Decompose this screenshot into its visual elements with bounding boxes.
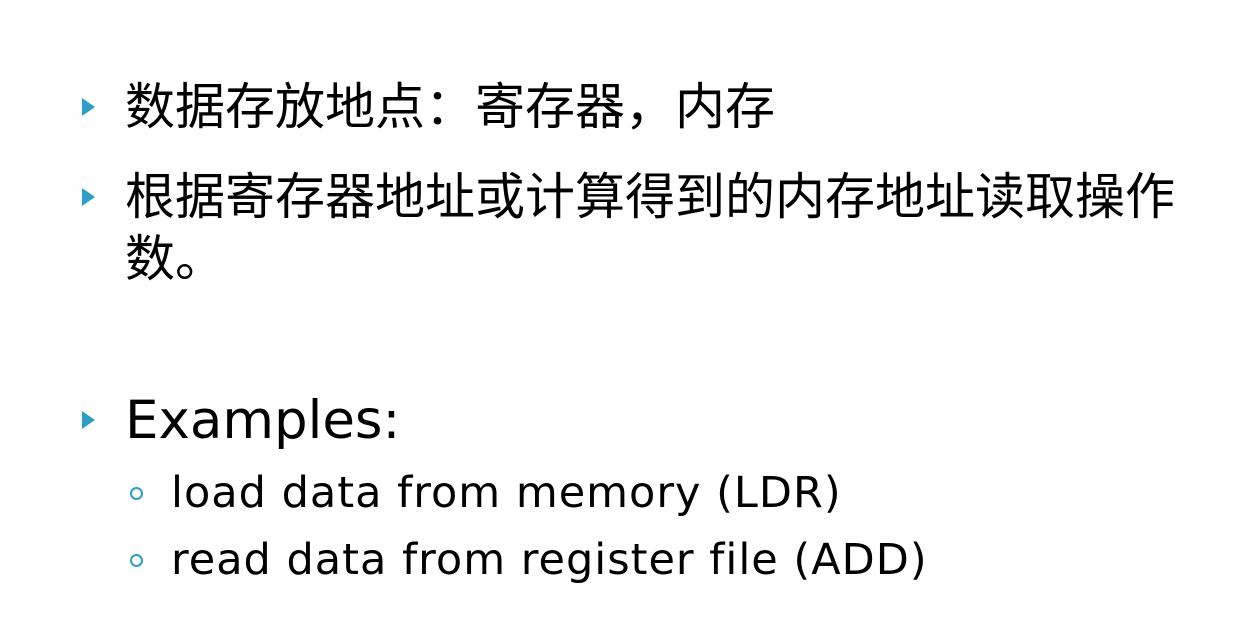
bullet-item-examples: Examples: — [82, 389, 400, 453]
triangle-right-icon — [82, 188, 95, 206]
sub-bullet-item-add: read data from register file (ADD) — [130, 532, 928, 588]
hollow-circle-icon — [130, 553, 143, 567]
sub-bullet-item-ldr: load data from memory (LDR) — [130, 465, 842, 521]
triangle-right-icon — [82, 98, 95, 116]
bullet-item-data-location: 数据存放地点：寄存器，内存 — [82, 76, 775, 138]
slide: 数据存放地点：寄存器，内存 根据寄存器地址或计算得到的内存地址读取操作数。 Ex… — [0, 0, 1235, 632]
hollow-circle-icon — [130, 486, 143, 500]
bullet-text: Examples: — [125, 390, 401, 451]
triangle-right-icon — [82, 411, 95, 429]
sub-bullet-text: read data from register file (ADD) — [171, 535, 928, 585]
bullet-item-read-operand: 根据寄存器地址或计算得到的内存地址读取操作数。 — [82, 166, 1225, 290]
bullet-text: 根据寄存器地址或计算得到的内存地址读取操作数。 — [125, 168, 1175, 288]
sub-bullet-text: load data from memory (LDR) — [171, 468, 842, 518]
bullet-text: 数据存放地点：寄存器，内存 — [125, 78, 775, 136]
